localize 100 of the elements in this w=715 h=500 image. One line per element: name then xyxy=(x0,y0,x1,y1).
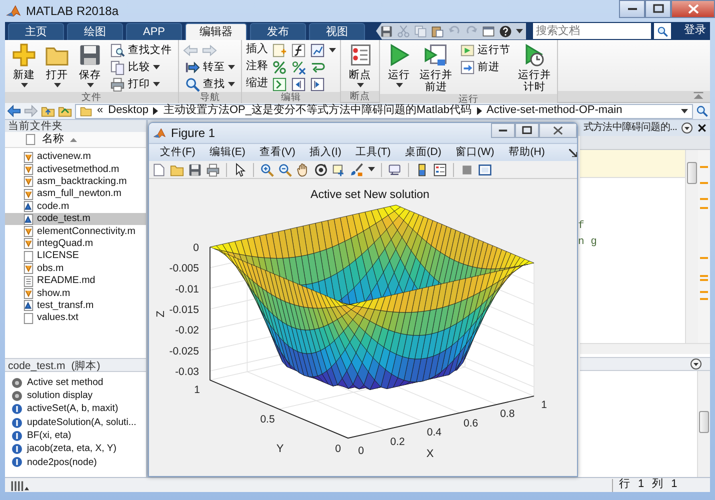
panel-menu-icon[interactable] xyxy=(681,122,693,134)
close-button[interactable] xyxy=(671,0,715,18)
indent-left-icon[interactable] xyxy=(291,76,306,92)
file-item[interactable]: LICENSE xyxy=(5,250,146,263)
ribbon-button[interactable]: 运行 xyxy=(384,42,414,94)
column-header[interactable]: 名称 xyxy=(5,132,146,148)
status-bars-icon[interactable] xyxy=(11,479,29,491)
file-item[interactable]: README.md xyxy=(5,274,146,288)
pointer-icon[interactable] xyxy=(233,162,247,176)
ribbon-button[interactable]: 比较 xyxy=(108,59,174,75)
indent-icon[interactable] xyxy=(272,76,287,92)
browse-folder-icon[interactable] xyxy=(58,104,72,118)
ribbon-tab[interactable]: 绘图 xyxy=(67,23,123,40)
ribbon-tab[interactable]: 视图 xyxy=(309,23,365,40)
close-button[interactable] xyxy=(539,123,577,138)
minimize-button[interactable] xyxy=(491,123,515,138)
back-arrow-icon[interactable] xyxy=(7,104,21,118)
breadcrumb-link[interactable]: Active-set-method-OP-main xyxy=(486,104,622,118)
ribbon-button[interactable]: 前进 xyxy=(458,59,513,75)
menu-item[interactable]: 工具(T) xyxy=(348,146,398,159)
file-item[interactable]: code_test.m xyxy=(5,212,146,226)
legend-icon[interactable] xyxy=(433,162,447,176)
file-item[interactable]: values.txt xyxy=(5,312,146,324)
file-item[interactable]: asm_backtracking.m xyxy=(5,176,146,188)
sign-in-link[interactable]: 登录 xyxy=(684,24,706,38)
search-icon[interactable] xyxy=(654,23,671,39)
menu-item[interactable]: 插入(I) xyxy=(302,146,348,159)
ribbon-button[interactable]: 打印 xyxy=(108,76,174,92)
outline-item[interactable]: solution display xyxy=(5,389,146,403)
window-icon[interactable] xyxy=(482,24,495,38)
chart-icon[interactable] xyxy=(310,42,325,58)
breadcrumb-link[interactable]: 主动设置方法OP_这是变分不等式方法中障碍问题的Matlab代码 xyxy=(163,104,472,118)
search-icon[interactable] xyxy=(696,105,708,117)
percent-icon[interactable] xyxy=(272,60,287,74)
ribbon-button[interactable]: 打开 xyxy=(42,42,72,92)
outline-item[interactable]: BF(xi, eta) xyxy=(5,429,146,442)
hand-icon[interactable] xyxy=(296,162,310,176)
caret-icon xyxy=(396,83,402,88)
menu-item[interactable]: 编辑(E) xyxy=(202,146,252,159)
ribbon-button[interactable]: 断点 xyxy=(345,42,375,91)
function-icon[interactable] xyxy=(291,42,306,58)
ribbon-button[interactable]: 保存 xyxy=(75,42,105,92)
file-item[interactable]: activesetmethod.m xyxy=(5,163,146,176)
outline-item[interactable]: updateSolution(A, soluti... xyxy=(5,416,146,430)
ribbon-button[interactable]: 转至 xyxy=(183,59,237,75)
maximize-button[interactable] xyxy=(515,123,539,138)
editor-tab-title[interactable]: 式方法中障碍问题的... xyxy=(583,122,677,134)
arrow-icon xyxy=(185,60,200,74)
file-item[interactable]: show.m xyxy=(5,287,146,300)
panel-menu-icon[interactable] xyxy=(690,358,702,370)
outline-item[interactable]: node2pos(node) xyxy=(5,456,146,470)
ribbon-button[interactable]: 查找 xyxy=(183,76,237,92)
menu-item[interactable]: 桌面(D) xyxy=(398,146,448,159)
ribbon-tab[interactable]: APP xyxy=(126,23,182,40)
menu-item[interactable]: 窗口(W) xyxy=(448,146,502,159)
printer-icon[interactable] xyxy=(206,162,220,176)
outline-item[interactable]: activeSet(A, b, maxit) xyxy=(5,402,146,416)
menu-item[interactable]: 查看(V) xyxy=(252,146,302,159)
file-item[interactable]: integQuad.m xyxy=(5,238,146,250)
file-item[interactable]: elementConnectivity.m xyxy=(5,225,146,238)
vertical-scrollbar[interactable] xyxy=(697,371,710,477)
folder-up-icon[interactable] xyxy=(41,104,55,118)
ribbon-tab[interactable]: 发布 xyxy=(250,23,306,40)
ribbon-button[interactable]: 查找文件 xyxy=(108,42,174,58)
close-icon[interactable] xyxy=(697,123,707,133)
percent-cross-icon[interactable] xyxy=(291,60,306,74)
brush-icon[interactable] xyxy=(350,162,364,176)
ribbon-button[interactable]: 新建 xyxy=(9,42,39,92)
vertical-scrollbar[interactable] xyxy=(685,150,698,343)
file-item[interactable]: code.m xyxy=(5,200,146,213)
file-item[interactable]: test_transf.m xyxy=(5,300,146,312)
address-bar[interactable]: « Desktop 主动设置方法OP_这是变分不等式方法中障碍问题的Matlab代码 Active-set-method-OP-main xyxy=(75,104,693,118)
ribbon-button[interactable]: 运行并计时 xyxy=(516,42,554,94)
maximize-button[interactable] xyxy=(645,0,671,18)
outline-item[interactable]: jacob(zeta, eta, X, Y) xyxy=(5,442,146,456)
dock-arrow-icon[interactable] xyxy=(569,148,577,156)
ribbon-button[interactable]: 运行节 xyxy=(458,42,513,58)
file-item[interactable]: asm_full_newton.m xyxy=(5,188,146,201)
ribbon-tab[interactable]: 编辑器 xyxy=(185,23,247,40)
menu-item[interactable]: 文件(F) xyxy=(153,146,202,159)
ribbon-tab[interactable]: 主页 xyxy=(8,23,64,40)
menu-item[interactable]: 帮助(H) xyxy=(501,146,552,159)
file-item[interactable]: obs.m xyxy=(5,262,146,275)
zoom-out-icon[interactable] xyxy=(278,162,292,176)
help-icon[interactable] xyxy=(499,24,512,38)
breadcrumb-link[interactable]: Desktop xyxy=(108,104,148,118)
horizontal-scrollbar[interactable] xyxy=(580,343,710,354)
file-item[interactable]: activenew.m xyxy=(5,151,146,164)
rotate-icon[interactable] xyxy=(314,162,328,176)
data-cursor-icon[interactable] xyxy=(332,162,346,176)
outline-item[interactable]: Active set method xyxy=(5,376,146,390)
overflow-chevron[interactable]: « xyxy=(97,104,104,118)
minimize-button[interactable] xyxy=(619,0,645,18)
search-field[interactable]: 搜索文档 xyxy=(533,23,651,39)
indent-right-icon[interactable] xyxy=(310,76,325,92)
zoom-in-icon[interactable] xyxy=(260,162,274,176)
window-icon[interactable] xyxy=(478,162,492,176)
ribbon-button[interactable]: 运行并前进 xyxy=(417,42,455,94)
square-icon[interactable] xyxy=(460,162,474,176)
paste-icon[interactable] xyxy=(431,24,444,38)
